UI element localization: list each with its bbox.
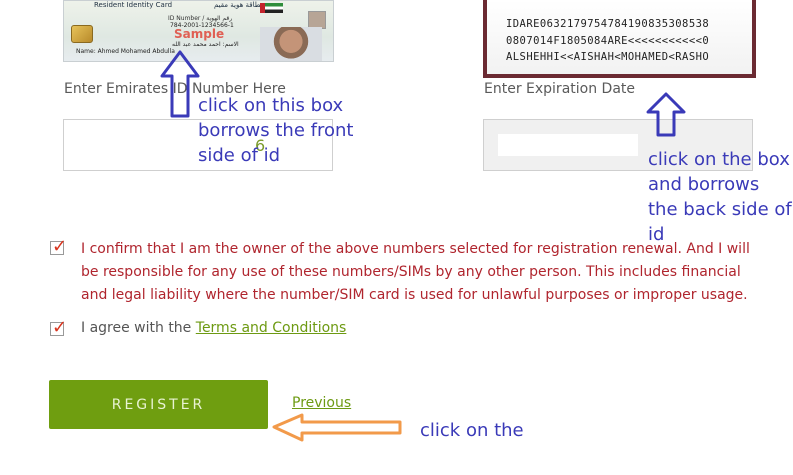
card-header-en: Resident Identity Card (94, 1, 173, 9)
card-back-panel: IDARE0632179754784190835308538 0807014F1… (487, 0, 752, 74)
ownership-checkbox[interactable]: ✓ (50, 236, 68, 257)
card-name-ar: الاسم: احمد محمد عبد الله (172, 41, 239, 48)
card-header-ar: بطاقة هوية مقيم (214, 1, 263, 9)
expiration-date-field[interactable] (498, 134, 638, 156)
expiration-date-label: Enter Expiration Date (484, 81, 635, 97)
terms-agreement: I agree with the Terms and Conditions (81, 320, 346, 336)
up-arrow-icon (646, 92, 686, 137)
card-id-label: ID Number / رقم الهوية (168, 15, 233, 22)
chip-icon (71, 25, 93, 43)
register-annotation: click on the (420, 420, 524, 441)
card-holder-photo (260, 27, 322, 61)
previous-link[interactable]: Previous (292, 395, 351, 411)
up-arrow-icon (160, 50, 200, 118)
left-arrow-icon (272, 413, 402, 442)
card-sample-watermark: Sample (174, 27, 225, 41)
emirates-id-back-image: IDARE0632179754784190835308538 0807014F1… (483, 0, 756, 78)
checkmark-icon: ✓ (52, 236, 68, 257)
back-side-annotation: click on the box and borrows the back si… (648, 149, 792, 245)
mrz-line-1: IDARE0632179754784190835308538 (506, 18, 710, 30)
terms-link[interactable]: Terms and Conditions (196, 320, 347, 336)
terms-checkbox[interactable]: ✓ (50, 317, 68, 338)
mrz-line-2: 0807014F1805084ARE<<<<<<<<<<<0 (506, 35, 710, 47)
front-side-annotation: click on this box borrows the front side… (198, 95, 354, 166)
uae-flag-icon (260, 3, 283, 13)
mrz-line-3: ALSHEHHI<<AISHAH<MOHAMED<RASHO (506, 51, 710, 63)
checkmark-icon: ✓ (52, 317, 68, 338)
ownership-confirmation-text: I confirm that I am the owner of the abo… (81, 241, 750, 303)
register-button[interactable]: REGISTER (49, 380, 268, 429)
terms-agreement-prefix: I agree with the (81, 320, 192, 336)
